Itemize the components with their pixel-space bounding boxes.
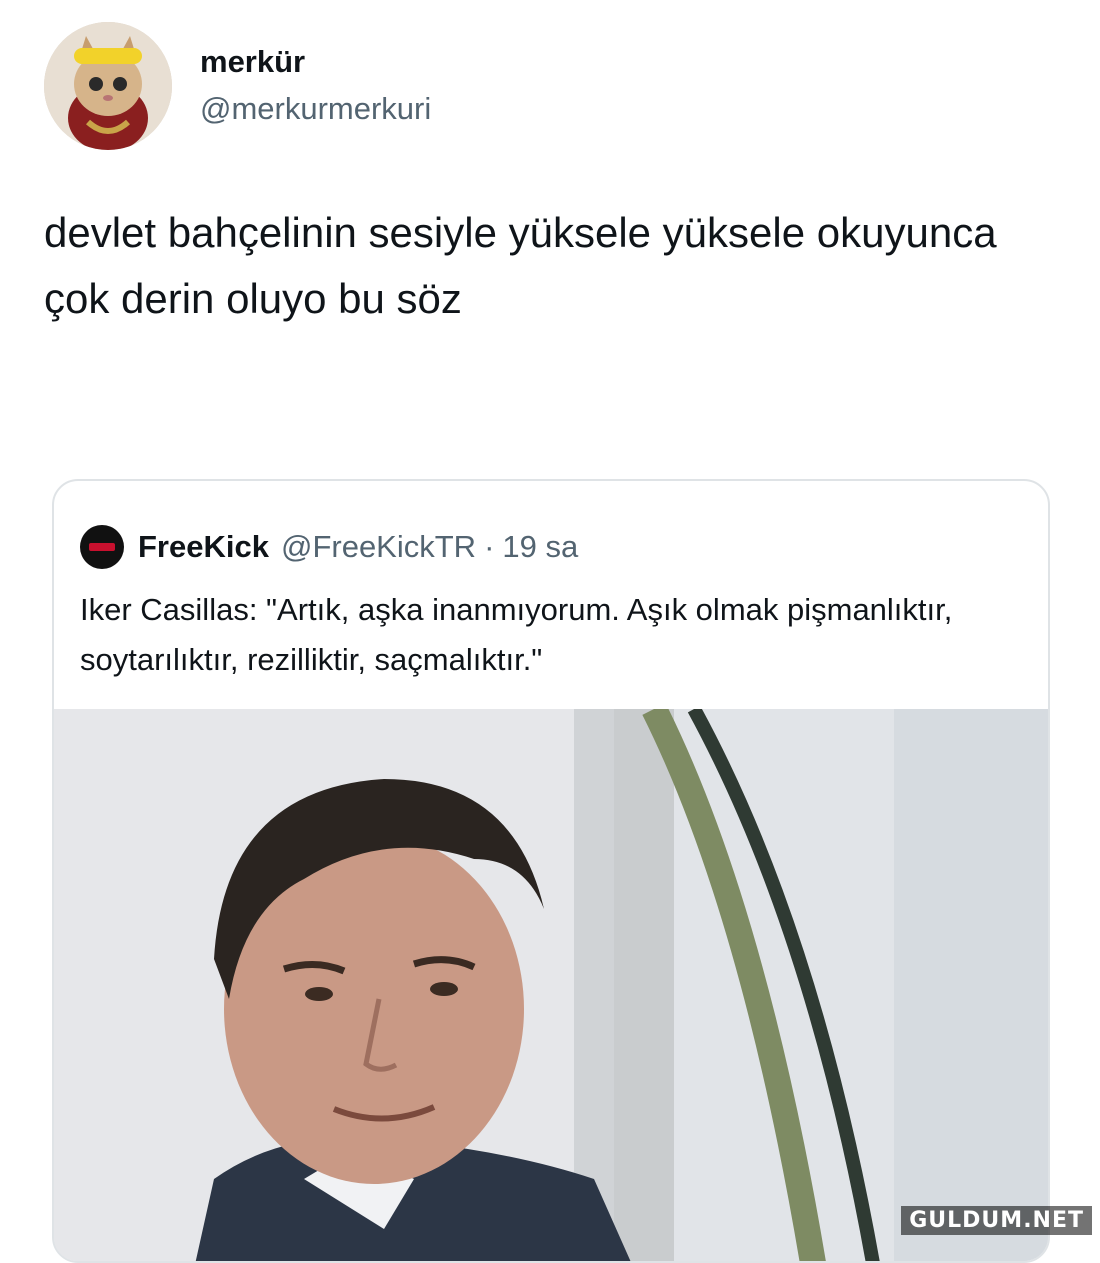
tweet-header: merkür @merkurmerkuri xyxy=(44,22,431,150)
separator-dot: · xyxy=(484,529,495,564)
site-watermark: GULDUM.NET xyxy=(901,1206,1092,1235)
quoted-user-handle[interactable]: @FreeKickTR xyxy=(281,529,476,565)
quoted-tweet-text: Iker Casillas: "Artık, aşka inanmıyorum.… xyxy=(80,592,953,677)
display-name[interactable]: merkür xyxy=(200,43,431,81)
quoted-display-name[interactable]: FreeKick xyxy=(138,529,269,565)
tweet-text: devlet bahçelinin sesiyle yüksele yüksel… xyxy=(44,209,997,322)
quoted-tweet-header: FreeKick @FreeKickTR · 19 sa xyxy=(80,525,578,569)
kitten-avatar-icon[interactable] xyxy=(44,22,172,150)
quoted-timestamp[interactable]: 19 sa xyxy=(502,529,578,565)
quoted-tweet-photo[interactable] xyxy=(54,709,1048,1261)
quoted-tweet-card[interactable]: FreeKick @FreeKickTR · 19 sa Iker Casill… xyxy=(52,479,1050,1263)
freekick-logo-icon[interactable] xyxy=(80,525,124,569)
user-handle[interactable]: @merkurmerkuri xyxy=(200,89,431,129)
